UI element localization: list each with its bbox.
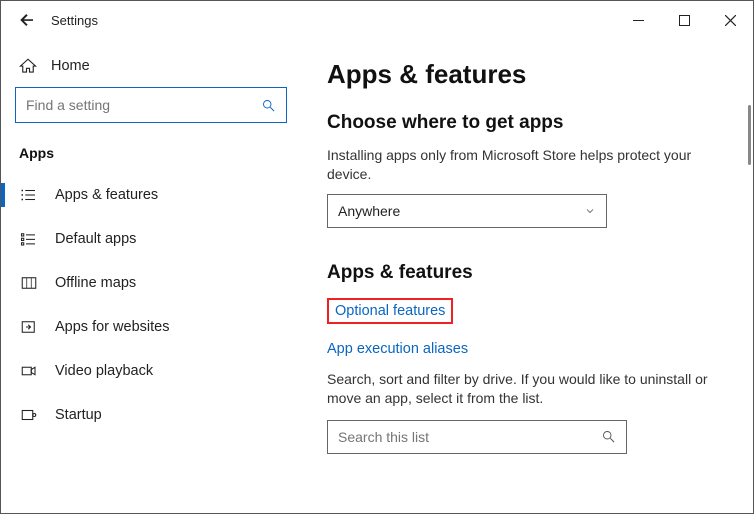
- nav-label: Offline maps: [55, 275, 136, 291]
- maximize-icon: [679, 15, 690, 26]
- nav-label: Video playback: [55, 363, 153, 379]
- nav-label: Startup: [55, 407, 102, 423]
- title-bar: Settings: [1, 1, 753, 39]
- startup-icon: [19, 406, 39, 424]
- sidebar: Home Apps Apps & features Defa: [1, 39, 301, 515]
- home-label: Home: [51, 58, 90, 74]
- nav-apps-websites[interactable]: Apps for websites: [15, 305, 287, 349]
- map-icon: [19, 274, 39, 292]
- nav-offline-maps[interactable]: Offline maps: [15, 261, 287, 305]
- close-button[interactable]: [707, 4, 753, 36]
- list-icon: [19, 186, 39, 204]
- search-input[interactable]: [26, 97, 261, 113]
- nav-list: Apps & features Default apps Offline map…: [15, 173, 287, 437]
- defaults-icon: [19, 230, 39, 248]
- app-source-dropdown[interactable]: Anywhere: [327, 194, 607, 228]
- nav-label: Apps for websites: [55, 319, 169, 335]
- optional-features-link[interactable]: Optional features: [335, 303, 445, 319]
- home-button[interactable]: Home: [15, 51, 287, 85]
- nav-video-playback[interactable]: Video playback: [15, 349, 287, 393]
- section-apps-features-title: Apps & features: [327, 262, 727, 284]
- close-icon: [725, 15, 736, 26]
- main-panel: Apps & features Choose where to get apps…: [301, 39, 753, 515]
- nav-label: Default apps: [55, 231, 136, 247]
- back-button[interactable]: [7, 1, 47, 39]
- dropdown-value: Anywhere: [338, 203, 400, 219]
- minimize-icon: [633, 15, 644, 26]
- section-choose-apps-desc: Installing apps only from Microsoft Stor…: [327, 146, 727, 184]
- search-app-input[interactable]: [338, 429, 601, 445]
- search-icon: [261, 98, 276, 113]
- search-icon: [601, 429, 616, 444]
- apps-features-desc: Search, sort and filter by drive. If you…: [327, 370, 727, 408]
- page-heading: Apps & features: [327, 59, 727, 90]
- find-setting-search[interactable]: [15, 87, 287, 123]
- home-icon: [19, 57, 37, 75]
- scrollbar[interactable]: [748, 105, 751, 165]
- video-icon: [19, 362, 39, 380]
- app-execution-aliases-link[interactable]: App execution aliases: [327, 341, 468, 357]
- category-title: Apps: [19, 145, 287, 161]
- open-external-icon: [19, 318, 39, 336]
- arrow-left-icon: [18, 11, 36, 29]
- chevron-down-icon: [584, 205, 596, 217]
- optional-features-highlight: Optional features: [327, 298, 453, 324]
- nav-apps-features[interactable]: Apps & features: [15, 173, 287, 217]
- window-controls: [615, 4, 753, 36]
- section-choose-apps-title: Choose where to get apps: [327, 112, 727, 134]
- nav-startup[interactable]: Startup: [15, 393, 287, 437]
- nav-label: Apps & features: [55, 187, 158, 203]
- window-title: Settings: [51, 13, 98, 28]
- search-app-list[interactable]: [327, 420, 627, 454]
- minimize-button[interactable]: [615, 4, 661, 36]
- nav-default-apps[interactable]: Default apps: [15, 217, 287, 261]
- maximize-button[interactable]: [661, 4, 707, 36]
